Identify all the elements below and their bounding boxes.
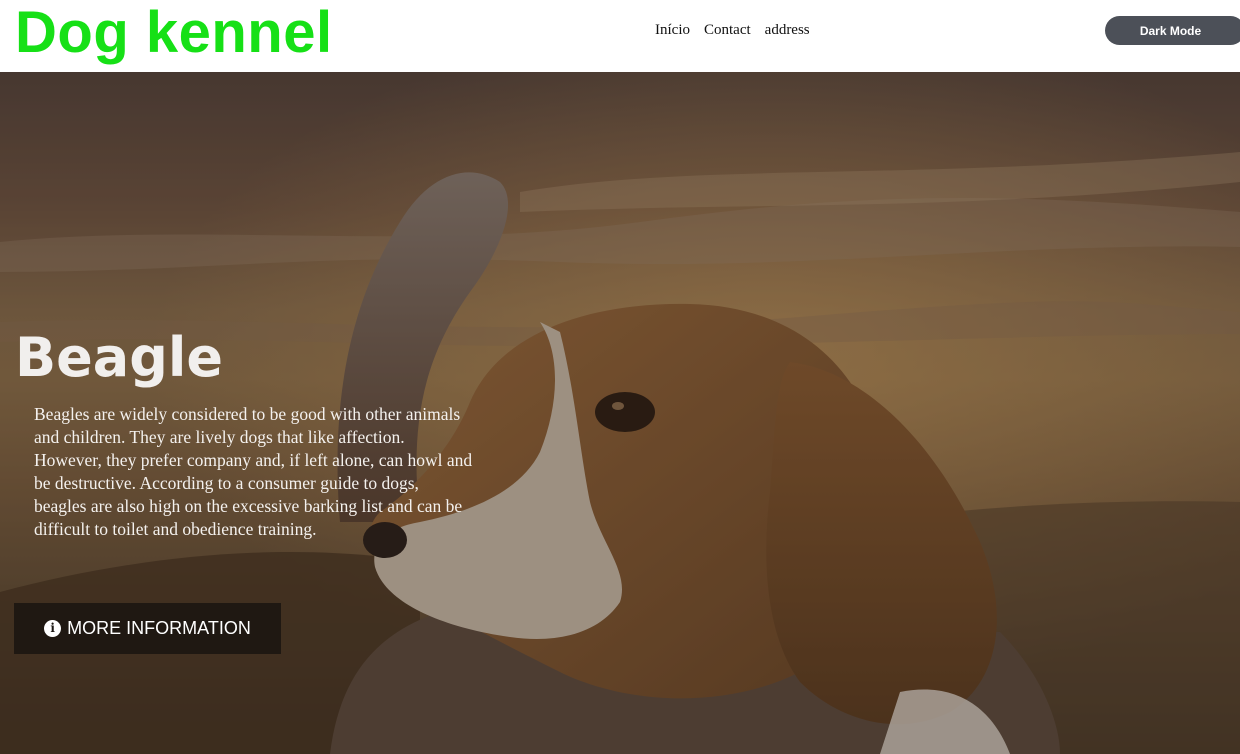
hero-title: Beagle	[15, 326, 224, 389]
more-information-button[interactable]: i MORE INFORMATION	[14, 603, 281, 654]
dark-mode-button[interactable]: Dark Mode	[1105, 16, 1240, 45]
main-nav: Início Contact address	[655, 20, 810, 40]
nav-link-inicio[interactable]: Início	[655, 20, 690, 40]
site-header: Dog kennel Início Contact address Dark M…	[0, 0, 1240, 72]
hero-description: Beagles are widely considered to be good…	[34, 404, 473, 539]
hero-section: Beagle Beagles are widely considered to …	[0, 72, 1240, 754]
nav-link-address[interactable]: address	[765, 20, 810, 40]
more-information-label: MORE INFORMATION	[67, 618, 251, 638]
nav-link-contact[interactable]: Contact	[704, 20, 751, 40]
info-icon: i	[44, 620, 62, 637]
brand-logo[interactable]: Dog kennel	[15, 0, 333, 66]
